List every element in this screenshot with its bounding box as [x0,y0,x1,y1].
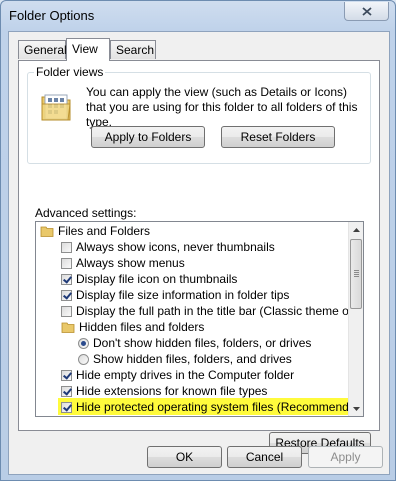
folder-icon [40,226,54,237]
tree-item-label: Hide protected operating system files (R… [76,400,364,414]
folder-views-group: Folder views You can apply the view (suc… [27,65,371,164]
tree-item-show-hidden[interactable]: Show hidden files, folders, and drives [78,351,292,367]
checkbox[interactable] [61,401,72,413]
cancel-button[interactable]: Cancel [227,446,302,468]
tab-view[interactable]: View [66,38,110,61]
tree-item-always-show-menus[interactable]: Always show menus [61,255,185,271]
scroll-down-button[interactable] [349,401,363,416]
tree-item-label: Hide extensions for known file types [76,384,268,398]
scroll-down-icon [353,406,360,411]
checkbox[interactable] [61,305,72,317]
grip-line [354,272,359,273]
checkbox[interactable] [61,273,72,285]
folder-views-title: Folder views [34,65,106,79]
view-tab-panel: Folder views You can apply the view (suc… [18,60,380,454]
tree-item-dont-show-hidden[interactable]: Don't show hidden files, folders, or dri… [78,335,311,351]
tree-item-files-and-folders[interactable]: Files and Folders [40,223,150,239]
tree-item-display-full-path[interactable]: Display the full path in the title bar (… [61,303,364,319]
folder-views-icon [41,94,71,121]
tree-item-label: Hide empty drives in the Computer folder [76,368,295,382]
ok-button[interactable]: OK [147,446,222,468]
scroll-up-icon [353,227,360,232]
close-button[interactable] [344,2,389,21]
reset-folders-button[interactable]: Reset Folders [221,126,335,148]
title-bar[interactable]: Folder Options [1,1,395,31]
tree-item-hide-empty-drives[interactable]: Hide empty drives in the Computer folder [61,367,294,383]
checkbox[interactable] [61,257,72,269]
scroll-thumb[interactable] [350,239,362,309]
scroll-up-button[interactable] [349,222,363,237]
tree-item-label: Hidden files and folders [79,320,205,334]
tree-item-label: Show hidden files, folders, and drives [93,352,292,366]
folder-views-description: You can apply the view (such as Details … [86,85,358,129]
grip-line [354,270,359,271]
tab-general[interactable]: General [18,40,67,59]
grip-line [354,276,359,277]
tree-item-display-file-icon[interactable]: Display file icon on thumbnails [61,271,237,287]
folder-options-window: Folder Options General View Search Folde… [0,0,396,481]
dialog-client: General View Search Folder views You can… [8,31,390,475]
tree-item-hidden-files-and-folders[interactable]: Hidden files and folders [61,319,204,335]
tree-item-label: Always show icons, never thumbnails [76,240,275,254]
checkbox[interactable] [61,385,72,397]
checkbox[interactable] [61,241,72,253]
grip-line [354,274,359,275]
tree-item-always-show-icons[interactable]: Always show icons, never thumbnails [61,239,275,255]
tree-item-hide-extensions[interactable]: Hide extensions for known file types [61,383,267,399]
tab-search[interactable]: Search [110,40,156,59]
radio-button[interactable] [78,337,89,349]
checkbox[interactable] [61,369,72,381]
tree-item-label: Always show menus [76,256,185,270]
tree-item-label: Display file icon on thumbnails [76,272,238,286]
tree-item-hide-protected-files[interactable]: Hide protected operating system files (R… [61,399,364,415]
tree-item-display-file-size[interactable]: Display file size information in folder … [61,287,289,303]
tree-scrollbar[interactable] [348,222,363,416]
tree-item-label: Display file size information in folder … [76,288,290,302]
close-icon [361,6,372,16]
folder-icon [61,322,75,333]
tree-item-label: Files and Folders [58,224,151,238]
checkbox[interactable] [61,289,72,301]
apply-to-folders-button[interactable]: Apply to Folders [91,126,205,148]
advanced-settings-label: Advanced settings: [35,206,137,220]
radio-button[interactable] [78,353,89,365]
tree-item-label: Display the full path in the title bar (… [76,304,364,318]
tree-item-label: Don't show hidden files, folders, or dri… [93,336,312,350]
apply-button[interactable]: Apply [308,446,383,468]
window-title: Folder Options [9,8,95,23]
advanced-settings-tree[interactable]: Files and Folders Always show icons, nev… [35,221,364,417]
